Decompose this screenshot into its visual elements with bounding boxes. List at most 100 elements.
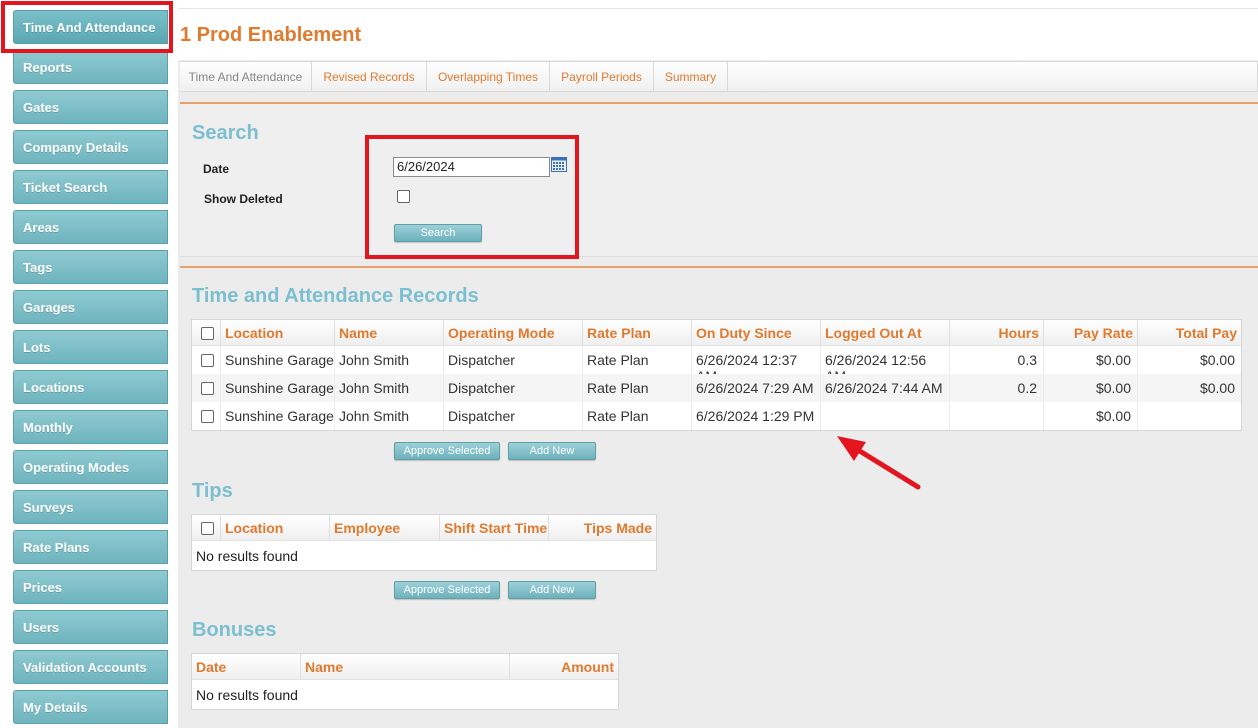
cell-name: John Smith xyxy=(335,346,444,374)
col-total-pay[interactable]: Total Pay xyxy=(1138,320,1241,345)
records-title: Time and Attendance Records xyxy=(192,285,479,307)
cell-pay-rate: $0.00 xyxy=(1044,346,1138,374)
date-field[interactable]: 6/26/2024 xyxy=(393,157,550,177)
select-all-checkbox[interactable] xyxy=(201,327,214,340)
col-shift-start-time[interactable]: Shift Start Time xyxy=(440,515,549,540)
tips-empty-message: No results found xyxy=(196,548,298,564)
col-logged-out-at[interactable]: Logged Out At xyxy=(821,320,950,345)
col-on-duty-since[interactable]: On Duty Since xyxy=(692,320,821,345)
nav-gates[interactable]: Gates xyxy=(13,90,168,124)
tips-title: Tips xyxy=(192,480,233,502)
bonuses-title: Bonuses xyxy=(192,619,277,641)
cell-name: John Smith xyxy=(335,402,444,430)
cell-pay-rate: $0.00 xyxy=(1044,374,1138,402)
col-name[interactable]: Name xyxy=(335,320,444,345)
cell-hours: 0.2 xyxy=(950,374,1044,402)
bonuses-table-header: Date Name Amount xyxy=(192,654,618,680)
cell-hours: 0.3 xyxy=(950,346,1044,374)
tips-table-header: Location Employee Shift Start Time Tips … xyxy=(192,515,656,541)
top-divider xyxy=(178,8,1258,9)
tab-overlapping-times[interactable]: Overlapping Times xyxy=(427,62,550,92)
tips-select-all-cell xyxy=(192,515,221,540)
col-location[interactable]: Location xyxy=(221,320,335,345)
cell-logged-out-at: 6/26/2024 12:56 AM xyxy=(821,346,950,384)
show-deleted-checkbox[interactable] xyxy=(397,190,410,203)
cell-hours xyxy=(950,402,1044,430)
cell-name: John Smith xyxy=(335,374,444,402)
cell-operating-mode: Dispatcher xyxy=(444,346,583,374)
date-label: Date xyxy=(203,162,230,176)
row-checkbox[interactable] xyxy=(201,382,214,395)
cell-rate-plan: Rate Plan xyxy=(583,374,692,402)
row-select-cell xyxy=(192,346,221,374)
cell-rate-plan: Rate Plan xyxy=(583,402,692,430)
col-amount[interactable]: Amount xyxy=(510,654,618,679)
col-employee[interactable]: Employee xyxy=(330,515,440,540)
nav-garages[interactable]: Garages xyxy=(13,290,168,324)
nav-company-details[interactable]: Company Details xyxy=(13,130,168,164)
col-operating-mode[interactable]: Operating Mode xyxy=(444,320,583,345)
tips-select-all-checkbox[interactable] xyxy=(201,522,214,535)
cell-on-duty-since: 6/26/2024 7:29 AM xyxy=(692,374,821,402)
nav-my-details[interactable]: My Details xyxy=(13,690,168,724)
table-row[interactable]: Sunshine Garage John Smith Dispatcher Ra… xyxy=(192,402,1241,430)
cell-logged-out-at: 6/26/2024 7:44 AM xyxy=(821,374,950,402)
records-approve-selected-button[interactable]: Approve Selected xyxy=(394,442,500,460)
tips-approve-selected-button[interactable]: Approve Selected xyxy=(394,581,500,599)
nav-operating-modes[interactable]: Operating Modes xyxy=(13,450,168,484)
nav-prices[interactable]: Prices xyxy=(13,570,168,604)
bonuses-empty-message: No results found xyxy=(196,687,298,703)
col-location[interactable]: Location xyxy=(221,515,330,540)
row-checkbox[interactable] xyxy=(201,354,214,367)
table-row[interactable]: Sunshine Garage John Smith Dispatcher Ra… xyxy=(192,346,1241,384)
nav-monthly[interactable]: Monthly xyxy=(13,410,168,444)
nav-users[interactable]: Users xyxy=(13,610,168,644)
nav-lots[interactable]: Lots xyxy=(13,330,168,364)
cell-rate-plan: Rate Plan xyxy=(583,346,692,374)
page-title: 1 Prod Enablement xyxy=(180,24,362,46)
red-arrow-annotation xyxy=(837,436,921,490)
search-button[interactable]: Search xyxy=(394,224,482,242)
cell-operating-mode: Dispatcher xyxy=(444,402,583,430)
nav-tags[interactable]: Tags xyxy=(13,250,168,284)
nav-rate-plans[interactable]: Rate Plans xyxy=(13,530,168,564)
nav-time-and-attendance[interactable]: Time And Attendance xyxy=(13,10,168,44)
col-pay-rate[interactable]: Pay Rate xyxy=(1044,320,1138,345)
cell-total-pay: $0.00 xyxy=(1199,380,1235,396)
tab-summary[interactable]: Summary xyxy=(654,62,728,92)
cell-on-duty-since: 6/26/2024 1:29 PM xyxy=(692,402,821,430)
tab-revised-records[interactable]: Revised Records xyxy=(312,62,427,92)
col-hours[interactable]: Hours xyxy=(950,320,1044,345)
table-row[interactable]: Sunshine Garage John Smith Dispatcher Ra… xyxy=(192,374,1241,402)
row-checkbox[interactable] xyxy=(201,410,214,423)
row-select-cell xyxy=(192,402,221,430)
col-tips-made[interactable]: Tips Made xyxy=(549,515,656,540)
bonuses-table: Date Name Amount No results found xyxy=(191,653,619,710)
section-divider xyxy=(180,266,1258,268)
cell-location: Sunshine Garage xyxy=(221,374,335,402)
col-name[interactable]: Name xyxy=(301,654,510,679)
records-table: Location Name Operating Mode Rate Plan O… xyxy=(191,319,1242,431)
nav-validation-accounts[interactable]: Validation Accounts xyxy=(13,650,168,684)
cell-pay-rate: $0.00 xyxy=(1044,402,1138,430)
col-rate-plan[interactable]: Rate Plan xyxy=(583,320,692,345)
tab-bar: Time And Attendance Revised Records Over… xyxy=(180,61,1258,92)
tab-payroll-periods[interactable]: Payroll Periods xyxy=(550,62,654,92)
cell-operating-mode: Dispatcher xyxy=(444,374,583,402)
nav-locations[interactable]: Locations xyxy=(13,370,168,404)
show-deleted-label: Show Deleted xyxy=(204,192,283,206)
cell-logged-out-at xyxy=(821,402,950,430)
nav-ticket-search[interactable]: Ticket Search xyxy=(13,170,168,204)
nav-reports[interactable]: Reports xyxy=(13,50,168,84)
nav-surveys[interactable]: Surveys xyxy=(13,490,168,524)
records-table-header: Location Name Operating Mode Rate Plan O… xyxy=(192,320,1241,346)
calendar-icon[interactable] xyxy=(551,157,567,172)
select-all-cell xyxy=(192,320,221,345)
records-add-new-button[interactable]: Add New xyxy=(508,442,596,460)
col-date[interactable]: Date xyxy=(192,654,301,679)
row-select-cell xyxy=(192,374,221,402)
nav-areas[interactable]: Areas xyxy=(13,210,168,244)
search-panel xyxy=(180,104,1258,257)
tips-add-new-button[interactable]: Add New xyxy=(508,581,596,599)
tab-time-and-attendance[interactable]: Time And Attendance xyxy=(180,62,312,92)
